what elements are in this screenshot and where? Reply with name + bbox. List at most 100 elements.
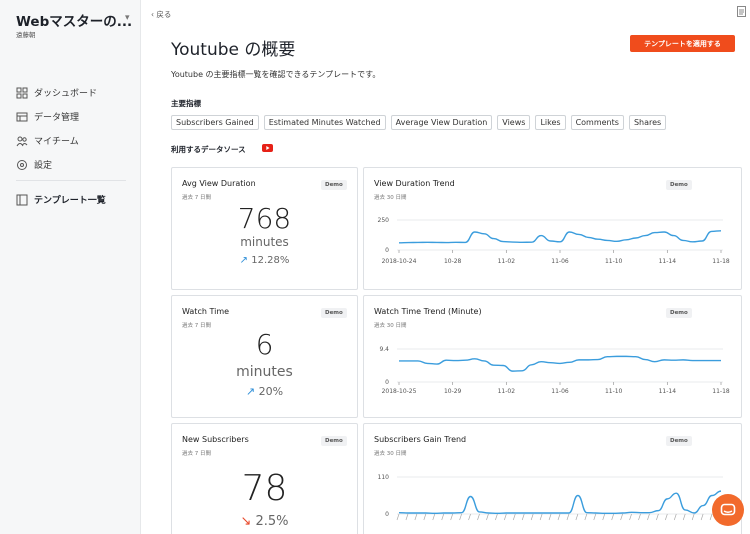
trend-up-icon: ↗ (245, 385, 256, 398)
metric-delta: ↗ 20% (172, 385, 357, 398)
x-tick (647, 513, 650, 521)
metric-chip: Likes (535, 115, 566, 130)
x-tick (486, 513, 489, 521)
metric-chip: Comments (570, 115, 624, 130)
sidebar-item-label: ダッシュボード (34, 89, 98, 99)
metric-chip: Shares (628, 115, 667, 130)
x-tick (441, 513, 445, 521)
sidebar-item-dashboard[interactable]: ダッシュボード (16, 86, 97, 99)
x-tick (414, 513, 418, 521)
x-tick (530, 513, 534, 521)
metric-chip: Average View Duration (390, 115, 493, 130)
sources-section-label: 利用するデータソース (171, 145, 246, 154)
x-tick (682, 513, 686, 521)
sidebar-item-team[interactable]: マイチーム (16, 134, 79, 147)
y-tick-label: 250 (378, 217, 390, 224)
metric-delta: ↗ 12.28% (172, 255, 357, 266)
x-tick (620, 513, 623, 521)
card-watch-time: Watch Time 過去 7 日間 Demo 6 minutes ↗ 20% (171, 295, 358, 418)
metric-delta-value: 20% (258, 385, 284, 398)
x-tick (557, 513, 561, 521)
x-tick-label: 11-14 (659, 388, 677, 395)
metric-chip: Views (497, 115, 531, 130)
chat-button[interactable] (712, 494, 744, 526)
x-tick-label: 11-18 (712, 258, 730, 265)
x-tick-label: 11-18 (712, 388, 730, 395)
card-title: New Subscribers (182, 435, 249, 444)
x-tick-label: 11-10 (605, 388, 623, 395)
workspace-subtitle: 遠藤朝 (16, 31, 36, 39)
x-tick (423, 513, 427, 521)
x-tick (521, 513, 525, 521)
metric-value: 768 (237, 202, 292, 235)
chat-icon (720, 503, 736, 515)
y-tick-label: 110 (378, 474, 390, 481)
settings-icon (17, 159, 27, 170)
metric-value: 6 (255, 328, 274, 361)
y-tick-label: 0 (385, 379, 389, 386)
sidebar-item-templates[interactable]: テンプレート一覧 (16, 193, 106, 206)
demo-badge: Demo (321, 180, 347, 190)
x-tick (629, 513, 632, 521)
line-chart-subscribers: 0 110 (378, 474, 723, 521)
y-tick-label: 0 (385, 247, 389, 254)
card-subtitle: 過去 7 日間 (182, 451, 211, 457)
card-watch-time-trend: Watch Time Trend (Minute) 過去 30 日間 Demo … (363, 295, 742, 418)
demo-badge: Demo (321, 308, 347, 318)
trend-up-icon: ↗ (239, 255, 249, 266)
x-tick (504, 513, 507, 521)
metric-chip: Subscribers Gained (171, 115, 259, 130)
x-tick (700, 513, 704, 521)
metric-delta: ↘ 2.5% (172, 514, 357, 529)
x-tick-label: 11-14 (659, 258, 677, 265)
dashboard-icon (16, 87, 28, 98)
x-tick (575, 513, 579, 521)
x-tick (539, 513, 543, 521)
apply-template-button[interactable]: テンプレートを適用する (630, 35, 735, 52)
card-subtitle: 過去 7 日間 (182, 195, 211, 201)
sidebar-item-settings[interactable]: 設定 (16, 158, 52, 171)
series-line (398, 355, 721, 372)
demo-badge: Demo (321, 436, 347, 446)
document-icon[interactable] (737, 6, 746, 17)
metric-delta-value: 2.5% (255, 514, 289, 529)
x-tick-label: 2018-10-25 (382, 388, 417, 395)
x-tick (548, 513, 552, 521)
page-description: Youtube の主要指標一覧を確認できるテンプレートです。 (171, 70, 381, 79)
x-tick (638, 513, 641, 521)
x-tick-label: 2018-10-24 (382, 258, 417, 265)
x-tick (691, 513, 695, 521)
metric-chip: Estimated Minutes Watched (263, 115, 386, 130)
sidebar-item-label: テンプレート一覧 (34, 196, 106, 206)
sidebar-item-data[interactable]: データ管理 (16, 110, 79, 123)
x-tick (450, 513, 453, 521)
line-chart-view-duration: 0 250 2018-10-24 10-28 11-02 11-06 11-10 11-14 1… (378, 217, 730, 265)
card-title: Avg View Duration (182, 179, 256, 188)
x-tick-label: 11-02 (498, 388, 516, 395)
metric-unit: minutes (240, 235, 289, 249)
series-line (398, 490, 722, 515)
template-icon (16, 194, 28, 205)
line-chart-watch-time: 0 9.4 2018-10-25 10-29 11-02 11-06 11-10 11-14 1… (379, 346, 730, 395)
x-tick (593, 513, 597, 521)
metric-unit: minutes (236, 364, 293, 380)
x-tick (665, 513, 668, 521)
x-tick-label: 11-02 (498, 258, 516, 265)
x-tick (656, 513, 659, 521)
database-icon (16, 112, 28, 121)
x-tick (709, 513, 713, 521)
back-label: 戻る (156, 10, 172, 19)
x-tick (566, 513, 570, 521)
card-title: Watch Time (182, 307, 230, 316)
x-tick-label: 11-06 (551, 258, 569, 265)
sidebar-divider (16, 180, 126, 181)
back-link[interactable]: ‹ 戻る (151, 9, 171, 20)
card-avg-view-duration: Avg View Duration 過去 7 日間 Demo 768 minut… (171, 167, 358, 290)
x-tick (673, 513, 677, 521)
chevron-down-icon[interactable]: ▾ (125, 13, 130, 23)
x-tick (584, 513, 588, 521)
x-tick (602, 513, 606, 521)
workspace-title[interactable]: Webマスターの... (16, 10, 132, 30)
youtube-icon (262, 144, 273, 152)
sidebar-item-label: マイチーム (34, 137, 79, 147)
